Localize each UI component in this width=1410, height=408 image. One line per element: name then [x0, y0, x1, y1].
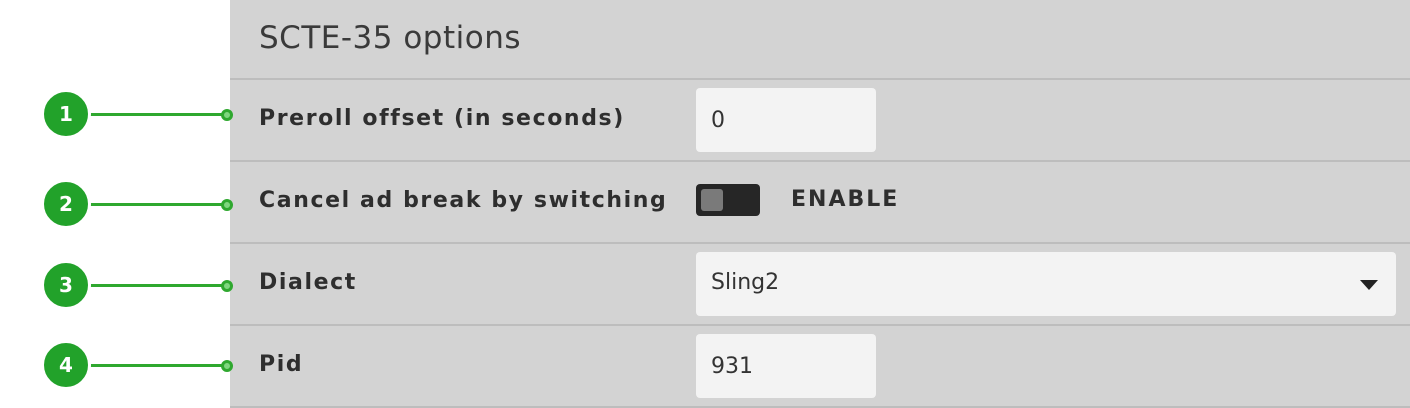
scte35-options-panel: SCTE-35 options Preroll offset (in secon…	[230, 0, 1410, 408]
dialect-select[interactable]: Sling2	[696, 252, 1396, 316]
chevron-down-icon	[1360, 280, 1378, 290]
callout-badge-4: 4	[41, 340, 91, 390]
divider	[230, 78, 1410, 80]
callout-dot-1	[221, 109, 233, 121]
cancel-ad-break-label: Cancel ad break by switching	[259, 188, 668, 213]
dialect-label: Dialect	[259, 270, 357, 295]
callout-badge-3: 3	[41, 260, 91, 310]
pid-label: Pid	[259, 352, 304, 377]
cancel-ad-break-toggle[interactable]	[696, 184, 760, 216]
toggle-knob	[701, 189, 723, 211]
panel-title: SCTE-35 options	[259, 20, 522, 56]
divider	[230, 324, 1410, 326]
callout-dot-3	[221, 280, 233, 292]
callout-badge-2: 2	[41, 179, 91, 229]
dialect-selected-value: Sling2	[711, 270, 780, 295]
preroll-offset-label: Preroll offset (in seconds)	[259, 106, 625, 131]
callout-badge-1: 1	[41, 89, 91, 139]
divider	[230, 160, 1410, 162]
toggle-enable-label: ENABLE	[791, 187, 900, 212]
divider	[230, 242, 1410, 244]
callout-dot-2	[221, 199, 233, 211]
callout-dot-4	[221, 360, 233, 372]
preroll-offset-input[interactable]	[696, 88, 876, 152]
pid-input[interactable]	[696, 334, 876, 398]
